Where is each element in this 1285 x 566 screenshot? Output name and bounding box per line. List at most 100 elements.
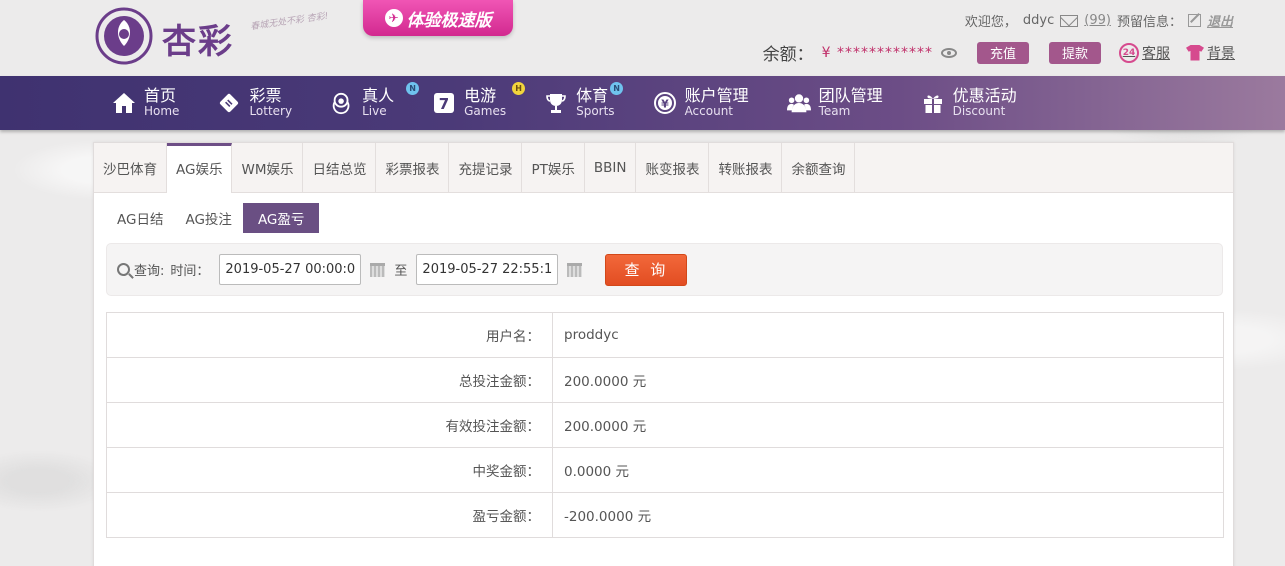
eye-icon[interactable] bbox=[940, 47, 957, 58]
speed-version-button[interactable]: ✈ 体验极速版 bbox=[363, 0, 513, 36]
tab-wm-entertainment[interactable]: WM娱乐 bbox=[232, 143, 304, 192]
row-label: 中奖金额： bbox=[106, 447, 553, 493]
balance-label: 余额： bbox=[762, 45, 814, 65]
nav-label-en: Lottery bbox=[249, 104, 293, 119]
table-row: 盈亏金额： -200.0000 元 bbox=[106, 492, 1224, 538]
user-info-bar: 欢迎您， ddyc (99) 预留信息： 退出 bbox=[965, 11, 1233, 30]
row-value: -200.0000 元 bbox=[552, 492, 1224, 538]
nav-label-en: Discount bbox=[952, 104, 1006, 119]
row-value: 200.0000 元 bbox=[552, 357, 1224, 403]
report-tabs: 沙巴体育 AG娱乐 WM娱乐 日结总览 彩票报表 充提记录 PT娱乐 BBIN … bbox=[94, 143, 1233, 193]
nav-label-en: Home bbox=[144, 104, 180, 119]
rocket-icon: ✈ bbox=[384, 9, 403, 27]
logout-link[interactable]: 退出 bbox=[1207, 11, 1233, 30]
new-badge: N bbox=[610, 82, 624, 95]
nav-label-cn: 首页 bbox=[144, 86, 177, 106]
nav-label-cn: 电游 bbox=[464, 86, 497, 106]
nav-item-lottery[interactable]: 彩票 Lottery bbox=[217, 76, 330, 130]
search-icon bbox=[117, 263, 130, 276]
subtab-ag-bets[interactable]: AG投注 bbox=[174, 203, 242, 233]
edit-icon[interactable] bbox=[1187, 14, 1201, 27]
nav-label-en: Sports bbox=[576, 104, 615, 119]
table-row: 中奖金额： 0.0000 元 bbox=[106, 447, 1224, 493]
balance-masked: ************ bbox=[836, 44, 933, 61]
nav-label-cn: 真人 bbox=[362, 86, 395, 106]
live-dealer-icon bbox=[330, 91, 354, 115]
customer-service-label: 客服 bbox=[1142, 45, 1170, 62]
time-label: 时间： bbox=[170, 264, 210, 279]
tab-balance-query[interactable]: 余额查询 bbox=[782, 143, 856, 192]
nav-label-en: Team bbox=[818, 104, 851, 119]
lottery-icon bbox=[217, 91, 241, 115]
message-count-link[interactable]: (99) bbox=[1084, 13, 1111, 28]
row-label: 盈亏金额： bbox=[106, 492, 553, 538]
calendar-icon[interactable] bbox=[370, 262, 386, 277]
row-label: 总投注金额： bbox=[106, 357, 553, 403]
team-icon bbox=[786, 91, 811, 115]
recharge-button[interactable]: 充值 bbox=[976, 41, 1029, 64]
nav-item-team[interactable]: 团队管理 Team bbox=[786, 76, 921, 130]
table-row: 有效投注金额： 200.0000 元 bbox=[106, 402, 1224, 448]
table-row: 用户名： proddyc bbox=[106, 312, 1224, 358]
tab-saba-sports[interactable]: 沙巴体育 bbox=[94, 143, 167, 192]
mail-icon[interactable] bbox=[1060, 14, 1079, 27]
withdraw-button[interactable]: 提款 bbox=[1048, 41, 1101, 64]
nav-label-cn: 彩票 bbox=[249, 86, 282, 106]
tab-bbin[interactable]: BBIN bbox=[585, 143, 637, 192]
nav-item-account[interactable]: ¥ 账户管理 Account bbox=[653, 76, 787, 130]
nav-item-games[interactable]: 7 电游 Games H bbox=[432, 76, 544, 130]
query-button[interactable]: 查 询 bbox=[605, 253, 688, 286]
table-row: 总投注金额： 200.0000 元 bbox=[106, 357, 1224, 403]
end-time-input[interactable] bbox=[416, 254, 559, 285]
nav-item-live[interactable]: 真人 Live N bbox=[330, 76, 432, 130]
subtab-ag-profit-loss[interactable]: AG盈亏 bbox=[242, 203, 320, 233]
reserve-info-label: 预留信息： bbox=[1116, 15, 1182, 30]
currency-symbol: ¥ bbox=[821, 44, 832, 61]
svg-text:¥: ¥ bbox=[661, 98, 669, 111]
support-24h-icon: 24 bbox=[1119, 42, 1139, 63]
nav-label-cn: 体育 bbox=[576, 86, 609, 106]
calendar-icon[interactable] bbox=[567, 262, 583, 277]
speed-version-label: 体验极速版 bbox=[406, 10, 492, 31]
nav-label-cn: 优惠活动 bbox=[952, 86, 1017, 106]
background-label: 背景 bbox=[1207, 45, 1235, 62]
logo-emblem-icon bbox=[95, 7, 153, 65]
start-time-input[interactable] bbox=[219, 254, 362, 285]
background-switch-link[interactable]: 背景 bbox=[1186, 43, 1235, 63]
svg-text:7: 7 bbox=[439, 95, 449, 113]
row-value: 200.0000 元 bbox=[552, 402, 1224, 448]
row-label: 用户名： bbox=[106, 312, 553, 358]
profit-loss-table: 用户名： proddyc 总投注金额： 200.0000 元 有效投注金额： 2… bbox=[106, 312, 1224, 538]
site-logo[interactable]: 杏彩 春城无处不彩 杏彩! bbox=[94, 4, 334, 70]
nav-label-en: Account bbox=[684, 104, 734, 119]
main-nav: 首页 Home 彩票 Lottery 真人 Live N 7 电游 Games H bbox=[0, 76, 1285, 130]
logo-text: 杏彩 bbox=[162, 22, 234, 62]
gift-icon bbox=[921, 91, 945, 115]
tab-account-change-report[interactable]: 账变报表 bbox=[636, 143, 710, 192]
nav-item-discount[interactable]: 优惠活动 Discount bbox=[921, 76, 1055, 130]
balance-value: ¥ ************ bbox=[822, 45, 933, 61]
tab-lottery-report[interactable]: 彩票报表 bbox=[376, 143, 450, 192]
customer-service-link[interactable]: 24 客服 bbox=[1119, 42, 1170, 63]
tab-transfer-report[interactable]: 转账报表 bbox=[709, 143, 783, 192]
yen-coin-icon: ¥ bbox=[653, 91, 677, 115]
query-label: 查询: bbox=[134, 264, 165, 279]
tab-deposit-withdraw-records[interactable]: 充提记录 bbox=[449, 143, 523, 192]
shirt-icon bbox=[1186, 44, 1204, 61]
new-badge: N bbox=[406, 82, 420, 95]
subtab-ag-daily[interactable]: AG日结 bbox=[106, 203, 174, 233]
home-icon bbox=[112, 91, 136, 115]
tab-ag-entertainment[interactable]: AG娱乐 bbox=[167, 143, 233, 193]
welcome-text: 欢迎您， bbox=[964, 15, 1017, 30]
ag-subtabs: AG日结 AG投注 AG盈亏 bbox=[106, 203, 320, 233]
query-bar: 查询: 时间： 至 查 询 bbox=[106, 243, 1223, 296]
nav-label-cn: 账户管理 bbox=[684, 86, 749, 106]
row-value: 0.0000 元 bbox=[552, 447, 1224, 493]
tab-pt-entertainment[interactable]: PT娱乐 bbox=[522, 143, 585, 192]
nav-label-en: Live bbox=[362, 104, 387, 119]
nav-item-home[interactable]: 首页 Home bbox=[112, 76, 217, 130]
tab-daily-overview[interactable]: 日结总览 bbox=[303, 143, 377, 192]
row-value: proddyc bbox=[552, 312, 1224, 358]
header: 杏彩 春城无处不彩 杏彩! ✈ 体验极速版 欢迎您， ddyc (99) 预留信… bbox=[0, 0, 1285, 76]
nav-item-sports[interactable]: 体育 Sports N bbox=[544, 76, 652, 130]
